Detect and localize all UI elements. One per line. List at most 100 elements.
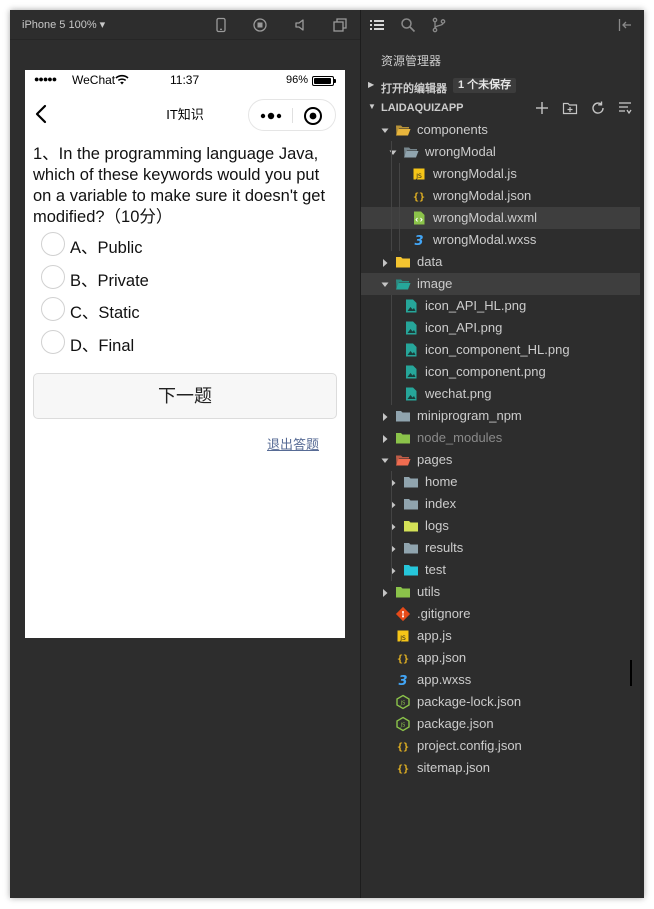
- radio-circle[interactable]: [41, 265, 65, 289]
- explorer-panel: 资源管理器 ▶ 打开的编辑器 1 个未保存 ▼ LAIDAQUIZAPP com…: [361, 10, 644, 898]
- collapsed-arrow-icon[interactable]: [381, 586, 389, 597]
- tree-item-label: logs: [425, 518, 449, 533]
- source-control-icon[interactable]: [431, 17, 447, 33]
- image-file-icon: [403, 364, 419, 380]
- collapse-all-icon[interactable]: [617, 100, 633, 116]
- tree-item-label: icon_API_HL.png: [425, 298, 527, 313]
- tree-folder[interactable]: wrongModal: [361, 141, 640, 163]
- wifi-icon: [115, 74, 129, 88]
- device-selector[interactable]: iPhone 5 100% ▾: [22, 18, 105, 31]
- tree-folder[interactable]: logs: [361, 515, 640, 537]
- collapsed-arrow-icon[interactable]: [381, 256, 389, 267]
- tree-item-label: data: [417, 254, 443, 269]
- more-dots-icon[interactable]: [259, 109, 283, 121]
- tree-file[interactable]: JS package.json: [361, 713, 640, 735]
- option-a[interactable]: A、Public: [41, 231, 301, 257]
- option-b[interactable]: B、Private: [41, 264, 301, 290]
- search-icon[interactable]: [400, 17, 416, 33]
- tree-folder[interactable]: utils: [361, 581, 640, 603]
- explorer-list-icon[interactable]: [369, 17, 385, 33]
- expanded-arrow-icon[interactable]: [381, 454, 389, 464]
- tree-file[interactable]: JS package-lock.json: [361, 691, 640, 713]
- tree-folder[interactable]: image: [361, 273, 640, 295]
- data-folder-icon: [395, 254, 411, 270]
- project-section[interactable]: ▼ LAIDAQUIZAPP: [361, 98, 644, 118]
- collapsed-arrow-icon[interactable]: [381, 410, 389, 421]
- quit-quiz-link[interactable]: 退出答题: [267, 434, 319, 453]
- tree-folder[interactable]: results: [361, 537, 640, 559]
- navigation-bar: IT知识: [25, 92, 345, 134]
- tree-item-label: results: [425, 540, 464, 555]
- new-folder-icon[interactable]: [562, 100, 578, 116]
- new-file-icon[interactable]: [534, 100, 550, 116]
- image-file-icon: [403, 386, 419, 402]
- tree-file[interactable]: icon_component_HL.png: [361, 339, 640, 361]
- js-file-icon: JS: [395, 628, 411, 644]
- radio-circle[interactable]: [41, 297, 65, 321]
- tree-folder[interactable]: data: [361, 251, 640, 273]
- svg-text:JS: JS: [400, 701, 406, 707]
- tree-file[interactable]: icon_component.png: [361, 361, 640, 383]
- tree-file[interactable]: icon_API.png: [361, 317, 640, 339]
- tree-folder[interactable]: test: [361, 559, 640, 581]
- option-label: D、Final: [70, 337, 135, 355]
- close-miniprogram-icon[interactable]: [303, 106, 323, 126]
- carrier-name: WeChat: [72, 73, 116, 87]
- radio-circle[interactable]: [41, 330, 65, 354]
- expanded-arrow-icon[interactable]: [381, 124, 389, 134]
- explorer-scrollbar[interactable]: [640, 20, 644, 890]
- option-d[interactable]: D、Final: [41, 329, 301, 355]
- indent-guide: [399, 163, 400, 251]
- tree-file[interactable]: wechat.png: [361, 383, 640, 405]
- tree-folder[interactable]: home: [361, 471, 640, 493]
- indent-guide: [391, 471, 392, 581]
- tree-folder[interactable]: pages: [361, 449, 640, 471]
- detach-window-icon[interactable]: [332, 17, 348, 33]
- tree-file[interactable]: wrongModal.wxml: [361, 207, 640, 229]
- wxss-file-icon: 3: [395, 672, 411, 688]
- tree-file[interactable]: {} project.config.json: [361, 735, 640, 757]
- tree-item-label: icon_component_HL.png: [425, 342, 570, 357]
- record-icon[interactable]: [252, 17, 268, 33]
- tree-item-label: wrongModal.wxss: [433, 232, 537, 247]
- tree-file[interactable]: JS app.js: [361, 625, 640, 647]
- utils-folder-icon: [395, 584, 411, 600]
- signal-strength: ●●●●●: [34, 74, 57, 84]
- next-question-button[interactable]: 下一题: [33, 373, 337, 419]
- tree-file[interactable]: 3 app.wxss: [361, 669, 640, 691]
- simulator-panel: iPhone 5 100% ▾ ●●●●● WeChat 11:37 96% I…: [10, 10, 360, 898]
- svg-text:{}: {}: [397, 764, 409, 775]
- open-editors-section[interactable]: ▶ 打开的编辑器 1 个未保存: [361, 76, 644, 96]
- tree-file[interactable]: icon_API_HL.png: [361, 295, 640, 317]
- collapsed-arrow-icon[interactable]: [381, 432, 389, 443]
- expanded-arrow-icon[interactable]: [381, 278, 389, 288]
- expanded-arrow-icon: ▼: [368, 102, 376, 111]
- tree-item-label: icon_API.png: [425, 320, 503, 335]
- phone-icon[interactable]: [213, 17, 229, 33]
- volume-icon[interactable]: [293, 17, 309, 33]
- tree-file[interactable]: JS wrongModal.js: [361, 163, 640, 185]
- tree-file[interactable]: {} app.json: [361, 647, 640, 669]
- tree-folder[interactable]: miniprogram_npm: [361, 405, 640, 427]
- tree-folder[interactable]: index: [361, 493, 640, 515]
- tree-folder[interactable]: components: [361, 119, 640, 141]
- explorer-title: 资源管理器: [381, 54, 442, 68]
- tree-file[interactable]: .gitignore: [361, 603, 640, 625]
- option-c[interactable]: C、Static: [41, 296, 301, 322]
- tree-item-label: icon_component.png: [425, 364, 546, 379]
- tree-file[interactable]: 3 wrongModal.wxss: [361, 229, 640, 251]
- wxml-file-icon: [411, 210, 427, 226]
- tree-folder[interactable]: node_modules: [361, 427, 640, 449]
- tree-item-label: components: [417, 122, 488, 137]
- radio-circle[interactable]: [41, 232, 65, 256]
- js-file-icon: JS: [411, 166, 427, 182]
- tree-file[interactable]: {} wrongModal.json: [361, 185, 640, 207]
- json-file-icon: {}: [395, 650, 411, 666]
- refresh-icon[interactable]: [590, 100, 606, 116]
- tree-file[interactable]: {} sitemap.json: [361, 757, 640, 779]
- collapsed-arrow-icon: ▶: [368, 80, 375, 89]
- collapse-panel-icon[interactable]: [617, 17, 633, 33]
- capsule-divider: [292, 108, 293, 123]
- indent-guide: [391, 295, 392, 405]
- svg-text:{}: {}: [413, 192, 425, 203]
